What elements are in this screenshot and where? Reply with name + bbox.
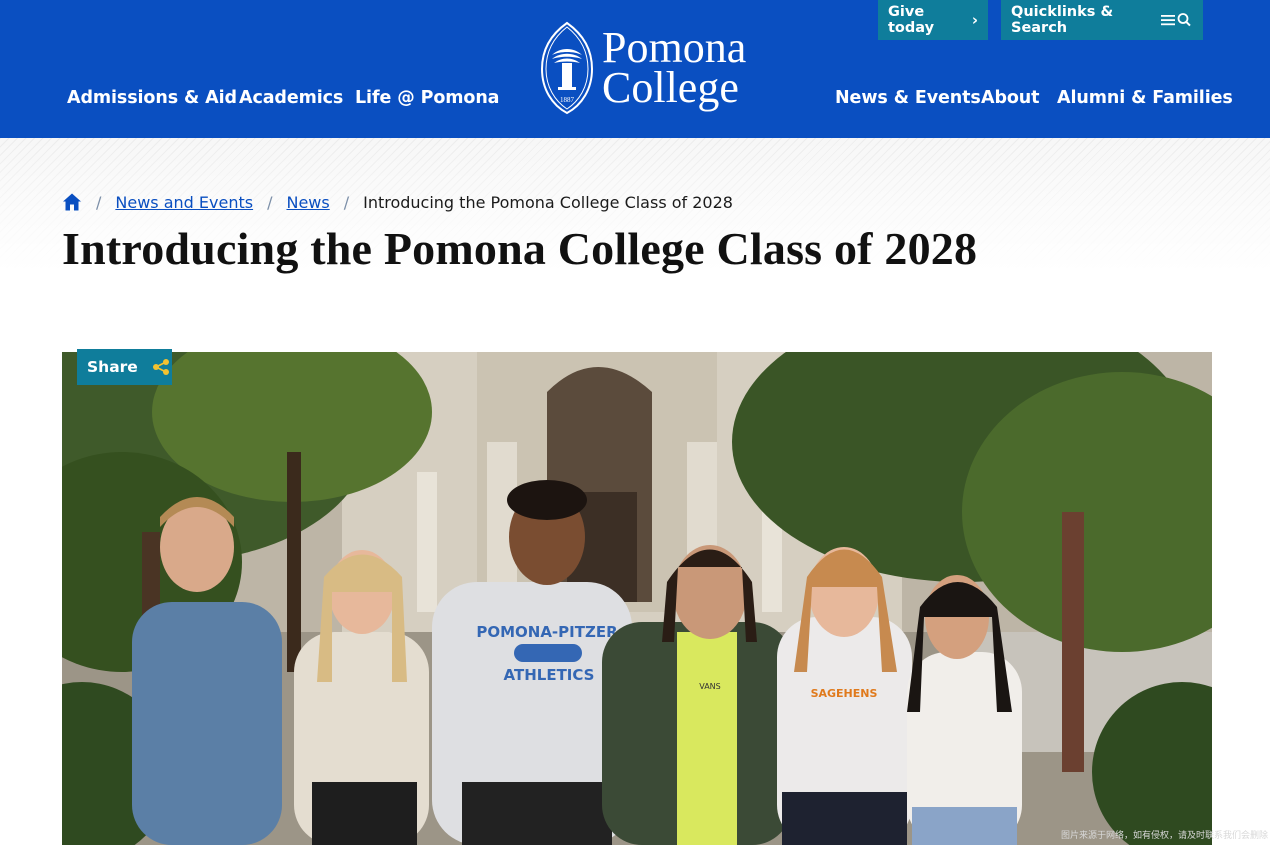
svg-text:VANS: VANS — [699, 682, 721, 691]
quicklinks-label: Quicklinks & Search — [1011, 4, 1114, 36]
breadcrumb-news-and-events[interactable]: News and Events — [115, 193, 253, 212]
svg-text:ATHLETICS: ATHLETICS — [504, 666, 595, 684]
college-seal-icon: 1887 — [540, 21, 594, 115]
svg-text:SAGEHENS: SAGEHENS — [811, 687, 878, 700]
breadcrumb-separator: / — [343, 192, 350, 212]
logo-pomona: Pomona — [602, 23, 747, 72]
home-icon[interactable] — [62, 192, 82, 212]
breadcrumb-separator: / — [267, 192, 273, 212]
breadcrumb-current: Introducing the Pomona College Class of … — [363, 192, 733, 212]
share-icon — [152, 359, 169, 375]
quicklinks-search-button[interactable]: Quicklinks & Search — [1001, 0, 1203, 40]
hero-photo: POMONA-PITZER ATHLETICS VANS SAGEHENS — [62, 352, 1212, 845]
give-today-label: Give today — [888, 4, 935, 36]
svg-text:POMONA-PITZER: POMONA-PITZER — [476, 623, 618, 641]
share-label: Share — [87, 358, 138, 376]
chevron-right-icon: › — [971, 11, 978, 29]
breadcrumb-news[interactable]: News — [286, 193, 329, 212]
share-button[interactable]: Share — [77, 349, 172, 385]
site-header: Give today › Quicklinks & Search Admissi… — [0, 0, 1270, 138]
nav-life-at-pomona[interactable]: Life @ Pomona — [355, 88, 500, 108]
nav-academics[interactable]: Academics — [239, 88, 343, 108]
menu-search-icon — [1161, 12, 1193, 28]
breadcrumb-separator: / — [96, 192, 102, 212]
students-group-photo: POMONA-PITZER ATHLETICS VANS SAGEHENS — [62, 352, 1212, 845]
page-title: Introducing the Pomona College Class of … — [62, 223, 978, 274]
breadcrumb: / News and Events / News / Introducing t… — [62, 190, 733, 214]
nav-news-events[interactable]: News & Events — [835, 88, 981, 108]
nav-about[interactable]: About — [981, 88, 1040, 108]
nav-alumni-families[interactable]: Alumni & Families — [1057, 88, 1233, 108]
image-watermark: 图片来源于网络，如有侵权，请及时联系我们会删除 — [1060, 831, 1268, 841]
give-today-button[interactable]: Give today › — [878, 0, 988, 40]
logo-college: College — [602, 63, 739, 112]
pomona-college-logo[interactable]: 1887 Pomona College — [540, 18, 780, 118]
nav-admissions-aid[interactable]: Admissions & Aid — [67, 88, 237, 108]
svg-text:1887: 1887 — [560, 96, 575, 104]
